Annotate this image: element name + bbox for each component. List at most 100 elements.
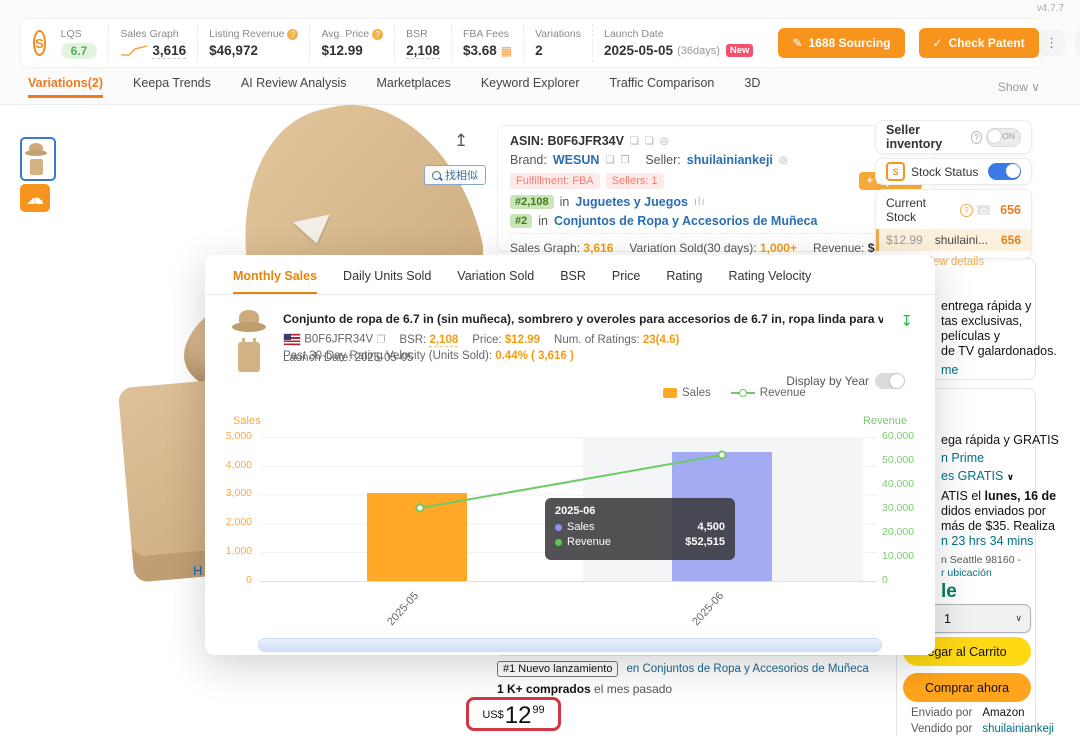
download-images-button[interactable]: ☁ ↓	[20, 184, 50, 212]
divider	[500, 655, 878, 656]
seller-inventory-toggle[interactable]: ON	[986, 127, 1021, 147]
x-label-2025-06: 2025-06	[690, 589, 727, 629]
sales-dot-icon	[555, 523, 562, 531]
toggle-knob	[988, 129, 1002, 143]
stock-qty: 656	[1000, 233, 1021, 247]
stat-sales-graph[interactable]: Sales Graph 3,616	[108, 24, 197, 62]
patent-check-icon: ✓	[932, 36, 943, 50]
asin-label: ASIN: B0F6JFR34V	[510, 134, 624, 148]
share-icon[interactable]: ↥	[454, 131, 468, 151]
tab-traffic-comparison[interactable]: Traffic Comparison	[609, 76, 714, 98]
brand-link[interactable]: WESUN	[553, 153, 600, 167]
tab-3d[interactable]: 3D	[744, 76, 760, 98]
favorite-heart-icon[interactable]: ♡	[1074, 30, 1080, 56]
tab-marketplaces[interactable]: Marketplaces	[376, 76, 450, 98]
panel-sales-graph: Sales Graph: 3,616	[510, 241, 614, 256]
stat-lqs: LQS 6.7	[50, 24, 109, 62]
rank-chart-icon[interactable]: ılı	[694, 196, 706, 208]
tab-variation-sold[interactable]: Variation Sold	[457, 269, 534, 294]
bought-last-month: 1 K+ comprados el mes pasado	[497, 682, 673, 696]
fulfillment-tag: Fulfillment: FBA	[510, 173, 600, 189]
toggle-on-label: ON	[1002, 131, 1015, 141]
current-stock-label: Current Stock	[886, 196, 927, 224]
left-axis-ticks: 5,000 4,000 3,000 2,000 1,000 0	[225, 430, 252, 586]
sales-legend-swatch	[663, 387, 677, 398]
download-arrow-icon: ↓	[32, 196, 38, 206]
tab-price[interactable]: Price	[612, 269, 640, 294]
copy-icon[interactable]: ❏	[605, 155, 614, 166]
tab-variations[interactable]: Variations(2)	[28, 76, 104, 98]
revenue-point-2025-06	[717, 450, 727, 460]
find-similar-button[interactable]: 找相似	[424, 165, 486, 185]
stock-status-toggle[interactable]	[988, 163, 1021, 180]
info-icon[interactable]: ?	[372, 28, 384, 40]
stat-fba-fees: FBA Fees $3.68 ▦	[450, 24, 523, 62]
tab-rating-velocity[interactable]: Rating Velocity	[729, 269, 812, 294]
info-icon[interactable]: ?	[960, 203, 973, 217]
tab-keyword-explorer[interactable]: Keyword Explorer	[481, 76, 580, 98]
magnifier-icon	[432, 170, 441, 180]
image-thumbnail[interactable]	[20, 137, 56, 181]
meta-ratings: Num. of Ratings: 23(4.6)	[554, 333, 680, 346]
prime-link[interactable]: me	[941, 363, 958, 377]
rank-badge-2: #2	[510, 214, 533, 228]
category-link-1[interactable]: Juguetes y Juegos	[575, 195, 688, 209]
update-location-link[interactable]: r ubicación	[941, 567, 992, 579]
category-link-2[interactable]: Conjuntos de Ropa y Accesorios de Muñeca	[554, 214, 817, 228]
tab-rating[interactable]: Rating	[666, 269, 702, 294]
stat-launch-date: Launch Date 2025-05-05 (36days) New	[592, 24, 764, 62]
copy-icon[interactable]: ❏	[630, 136, 639, 147]
tab-ai-review-analysis[interactable]: AI Review Analysis	[241, 76, 347, 98]
tab-daily-units-sold[interactable]: Daily Units Sold	[343, 269, 431, 294]
camera-icon[interactable]	[976, 205, 991, 215]
delivery-text: didos enviados por	[941, 504, 1046, 518]
quantity-select[interactable]: 1 ∨	[921, 604, 1031, 633]
sellersprite-icon: S	[886, 162, 905, 181]
tooltip-revenue-row: Revenue $52,515	[555, 536, 725, 548]
legend-revenue[interactable]: Revenue	[730, 387, 806, 399]
prime-text: tas exclusivas,	[941, 314, 1023, 328]
revenue-point-2025-05	[415, 503, 425, 513]
tooltip-title: 2025-06	[555, 505, 596, 517]
copy-icon[interactable]: ❏	[645, 136, 654, 147]
external-link-icon[interactable]: ❐	[620, 155, 629, 166]
sourcing-1688-button[interactable]: ✎ 1688 Sourcing	[778, 28, 905, 58]
stock-price: $12.99	[886, 233, 923, 247]
new-release-badge: #1 Nuevo lanzamiento	[497, 661, 619, 677]
stock-status-card: S Stock Status	[875, 158, 1032, 185]
pin-icon[interactable]: ◎	[660, 136, 669, 147]
thumb-overall	[30, 159, 43, 175]
seller-link[interactable]: shuilainiankeji	[687, 153, 773, 167]
thumb-hat-brim	[25, 150, 47, 156]
prime-link[interactable]: n Prime	[941, 451, 984, 465]
more-menu-icon[interactable]: ⋮	[1038, 30, 1065, 56]
pin-icon[interactable]: ◎	[779, 155, 788, 166]
seller-inventory-title: Seller inventory	[886, 123, 943, 151]
shipped-by-label: Enviado por	[911, 707, 973, 719]
info-icon[interactable]: ?	[970, 130, 983, 144]
version-label: v4.7.7	[1036, 3, 1064, 14]
calculator-icon[interactable]: ▦	[501, 44, 512, 58]
show-toggle[interactable]: Show ∨	[998, 80, 1040, 94]
modal-tab-bar: Monthly Sales Daily Units Sold Variation…	[205, 255, 935, 295]
asin-info-panel: ASIN: B0F6JFR34V ❏ ❏ ◎ Hide ∧ Brand: WES…	[497, 125, 935, 256]
free-returns-link[interactable]: es GRATIS ∨	[941, 469, 1014, 483]
stock-seller-row[interactable]: $12.99 shuilaini... 656	[876, 229, 1031, 251]
chart-scrollbar[interactable]	[258, 638, 882, 652]
buy-now-button[interactable]: Comprar ahora	[903, 673, 1031, 702]
pencil-icon: ✎	[792, 36, 803, 50]
revenue-legend-marker	[730, 388, 755, 397]
chevron-down-icon: ∨	[1015, 613, 1022, 623]
tab-keepa-trends[interactable]: Keepa Trends	[133, 76, 211, 98]
info-icon[interactable]: ?	[287, 28, 299, 40]
sparkline-icon	[121, 45, 148, 56]
price-fraction: 99	[532, 704, 545, 716]
check-patent-button[interactable]: ✓ Check Patent	[918, 28, 1039, 58]
product-meta-asin[interactable]: B0F6JFR34V ❐	[283, 333, 385, 346]
category-rank-link[interactable]: en Conjuntos de Ropa y Accesorios de Muñ…	[626, 663, 868, 675]
app-root: ☁ ↓ ↥ 找相似 H ASIN: B0F6JFR34V ❏ ❏ ◎ Hide …	[0, 0, 1080, 736]
sold-by-link[interactable]: shuilainiankeji	[982, 723, 1054, 735]
delivery-text: más de $35. Realiza	[941, 519, 1055, 533]
tab-bsr[interactable]: BSR	[560, 269, 586, 294]
legend-sales[interactable]: Sales	[663, 387, 711, 399]
